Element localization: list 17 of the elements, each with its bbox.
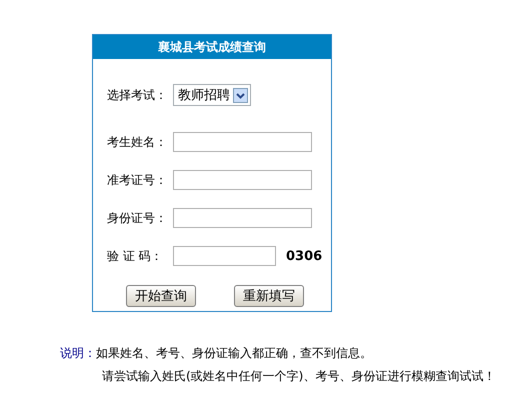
note-text: 请尝试输入姓氏(或姓名中任何一个字)、考号、身份证进行模糊查询试试！ [102, 368, 496, 385]
captcha-code: 0306 [286, 248, 322, 264]
input-field[interactable] [173, 170, 312, 190]
panel-title: 襄城县考试成绩查询 [93, 35, 331, 59]
field-label: 选择考试： [107, 86, 168, 104]
field-label: 准考证号： [107, 172, 168, 188]
form-button[interactable]: 开始查询 [126, 285, 196, 307]
input-field[interactable] [173, 132, 312, 152]
note-label: 说明： [60, 345, 96, 362]
note-text: 如果姓名、考号、身份证输入都正确，查不到信息。 [96, 345, 373, 362]
input-field[interactable] [173, 208, 312, 228]
form-button[interactable]: 重新填写 [234, 285, 304, 307]
field-label: 验 证 码： [107, 248, 164, 264]
field-label: 身份证号： [107, 210, 168, 226]
captcha-field[interactable] [173, 246, 276, 266]
field-label: 考生姓名： [107, 134, 168, 150]
exam-dropdown[interactable]: 教师招聘 [173, 84, 251, 106]
